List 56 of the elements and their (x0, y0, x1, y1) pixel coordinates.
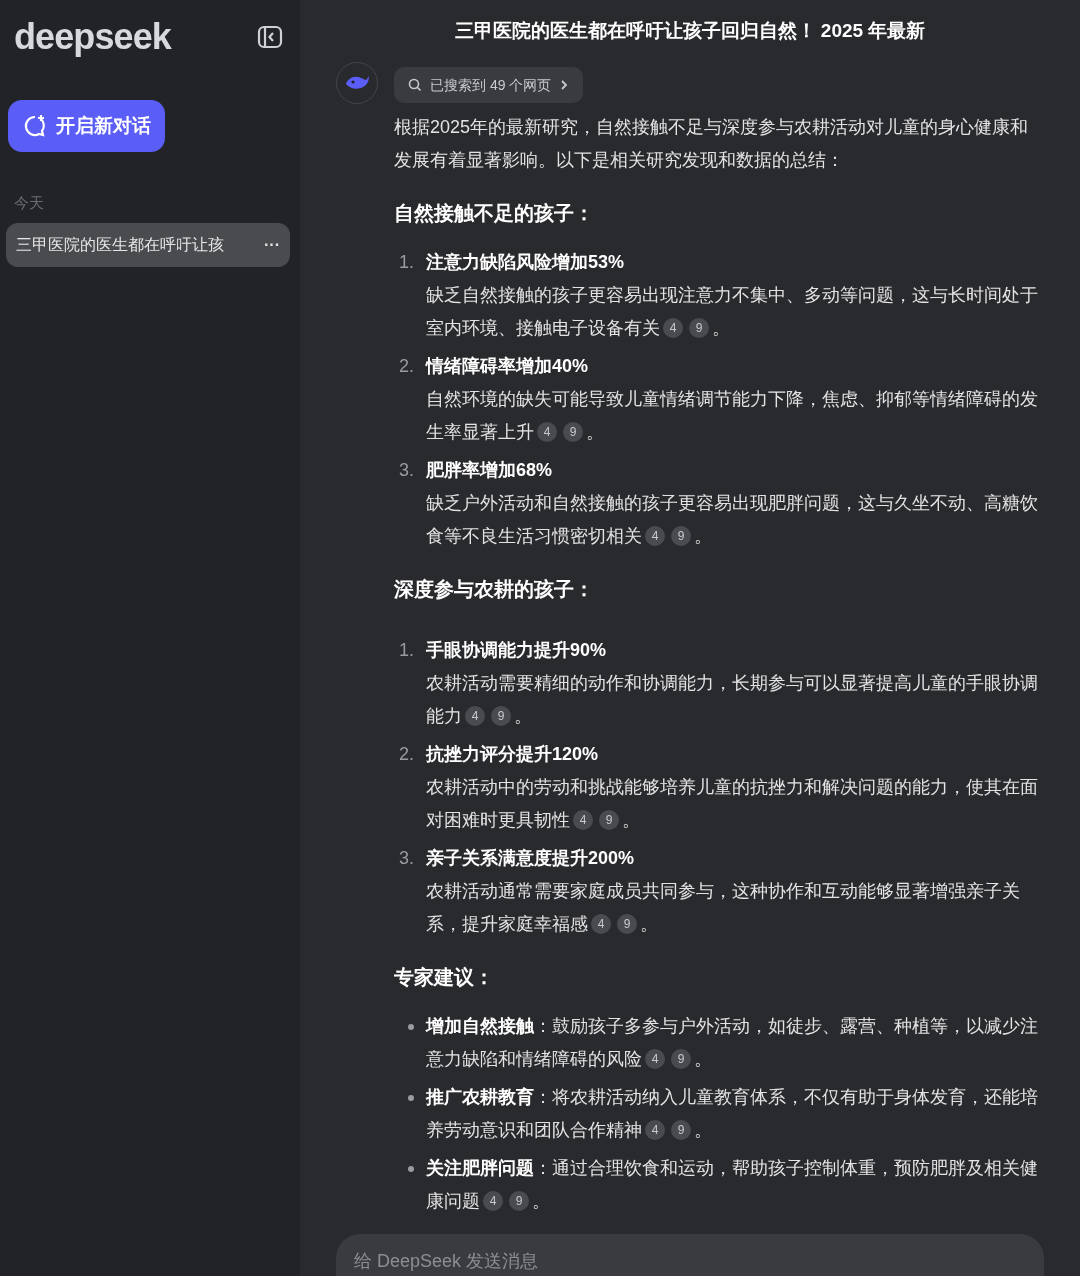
item-text: 农耕活动中的劳动和挑战能够培养儿童的抗挫力和解决问题的能力，使其在面对困难时更具韧性 4 9 。 (426, 776, 1039, 832)
citation-badge[interactable]: 9 (671, 1120, 691, 1140)
item-title: 亲子关系满意度提升200% (426, 847, 636, 870)
item-text: 推广农耕教育：将农耕活动纳入儿童教育体系，不仅有助于身体发育，还能培养劳动意识和团队合作精神 4 9 。 (426, 1086, 1039, 1142)
item-text: 自然环境的缺失可能导致儿童情绪调节能力下降，焦虑、抑郁等情绪障碍的发生率显著上升 4 9 。 (426, 388, 1039, 444)
list-number: 3. (398, 459, 414, 482)
item-title: 肥胖率增加68% (426, 459, 554, 482)
citation-badge[interactable]: 4 (645, 1120, 665, 1140)
item-title: 手眼协调能力提升90% (426, 639, 608, 662)
citation-badge[interactable]: 9 (689, 318, 709, 338)
intro-paragraph: 根据2025年的最新研究，自然接触不足与深度参与农耕活动对儿童的身心健康和发展有着显著影响。以下是相关研究发现和数据的总结： (394, 116, 1030, 172)
chat-plus-icon (22, 113, 48, 139)
item-text: 关注肥胖问题：通过合理饮食和运动，帮助孩子控制体重，预防肥胖及相关健康问题 4 9 。 (426, 1157, 1039, 1213)
item-title: 抗挫力评分提升120% (426, 743, 600, 766)
section-label: 今天 (14, 193, 45, 213)
history-title: 三甲医院的医生都在呼吁让孩 (16, 234, 224, 255)
search-results-chip[interactable]: 已搜索到 49 个网页 (394, 67, 584, 103)
citation-badge[interactable]: 9 (491, 706, 511, 726)
logo: deepseek (14, 15, 171, 59)
message-input[interactable]: 给 DeepSeek 发送消息 (336, 1234, 1044, 1276)
citation-badge[interactable]: 4 (645, 526, 665, 546)
item-text: 增加自然接触：鼓励孩子多参与户外活动，如徒步、露营、种植等，以减少注意力缺陷和情绪障碍的风险 4 9 。 (426, 1015, 1039, 1071)
citation-badge[interactable]: 4 (591, 914, 611, 934)
citation-badge[interactable]: 9 (671, 526, 691, 546)
list-number: 1. (398, 251, 414, 274)
new-chat-button[interactable]: 开启新对话 (8, 100, 165, 152)
list-number: 2. (398, 743, 414, 766)
citation-badge[interactable]: 9 (671, 1049, 691, 1069)
more-menu[interactable]: ··· (264, 232, 280, 257)
list-number: 3. (398, 847, 414, 870)
sidebar-toggle-icon[interactable] (256, 23, 284, 51)
citation-badge[interactable]: 4 (663, 318, 683, 338)
list-number: 1. (398, 639, 414, 662)
item-text: 农耕活动需要精细的动作和协调能力，长期参与可以显著提高儿童的手眼协调能力 4 9 。 (426, 672, 1039, 728)
item-title: 注意力缺陷风险增加53% (426, 251, 626, 274)
list-number: 2. (398, 355, 414, 378)
chat-title: 三甲医院的医生都在呼吁让孩子回归自然！ 2025 年最新 (453, 18, 927, 43)
item-title: 情绪障碍率增加40% (426, 355, 590, 378)
citation-badge[interactable]: 4 (537, 422, 557, 442)
citation-badge[interactable]: 4 (645, 1049, 665, 1069)
citation-badge[interactable]: 9 (617, 914, 637, 934)
section-heading: 专家建议： (394, 965, 495, 990)
chevron-right-icon (559, 79, 570, 91)
citation-badge[interactable]: 4 (573, 810, 593, 830)
citation-badge[interactable]: 9 (563, 422, 583, 442)
citation-badge[interactable]: 9 (509, 1191, 529, 1211)
section-heading: 自然接触不足的孩子： (394, 201, 595, 226)
citation-badge[interactable]: 4 (483, 1191, 503, 1211)
section-heading: 深度参与农耕的孩子： (394, 577, 595, 602)
citation-badge[interactable]: 4 (465, 706, 485, 726)
search-icon (408, 78, 422, 92)
citation-badge[interactable]: 9 (599, 810, 619, 830)
item-text: 缺乏户外活动和自然接触的孩子更容易出现肥胖问题，这与久坐不动、高糖饮食等不良生活习惯密切相关 4 9 。 (426, 492, 1039, 548)
item-text: 农耕活动通常需要家庭成员共同参与，这种协作和互动能够显著增强亲子关系，提升家庭幸福感 4 9 。 (426, 880, 1021, 936)
history-item[interactable]: 三甲医院的医生都在呼吁让孩 ··· (6, 222, 290, 267)
item-text: 缺乏自然接触的孩子更容易出现注意力不集中、多动等问题，这与长时间处于室内环境、接触电子设备有关 4 9 。 (426, 284, 1039, 340)
